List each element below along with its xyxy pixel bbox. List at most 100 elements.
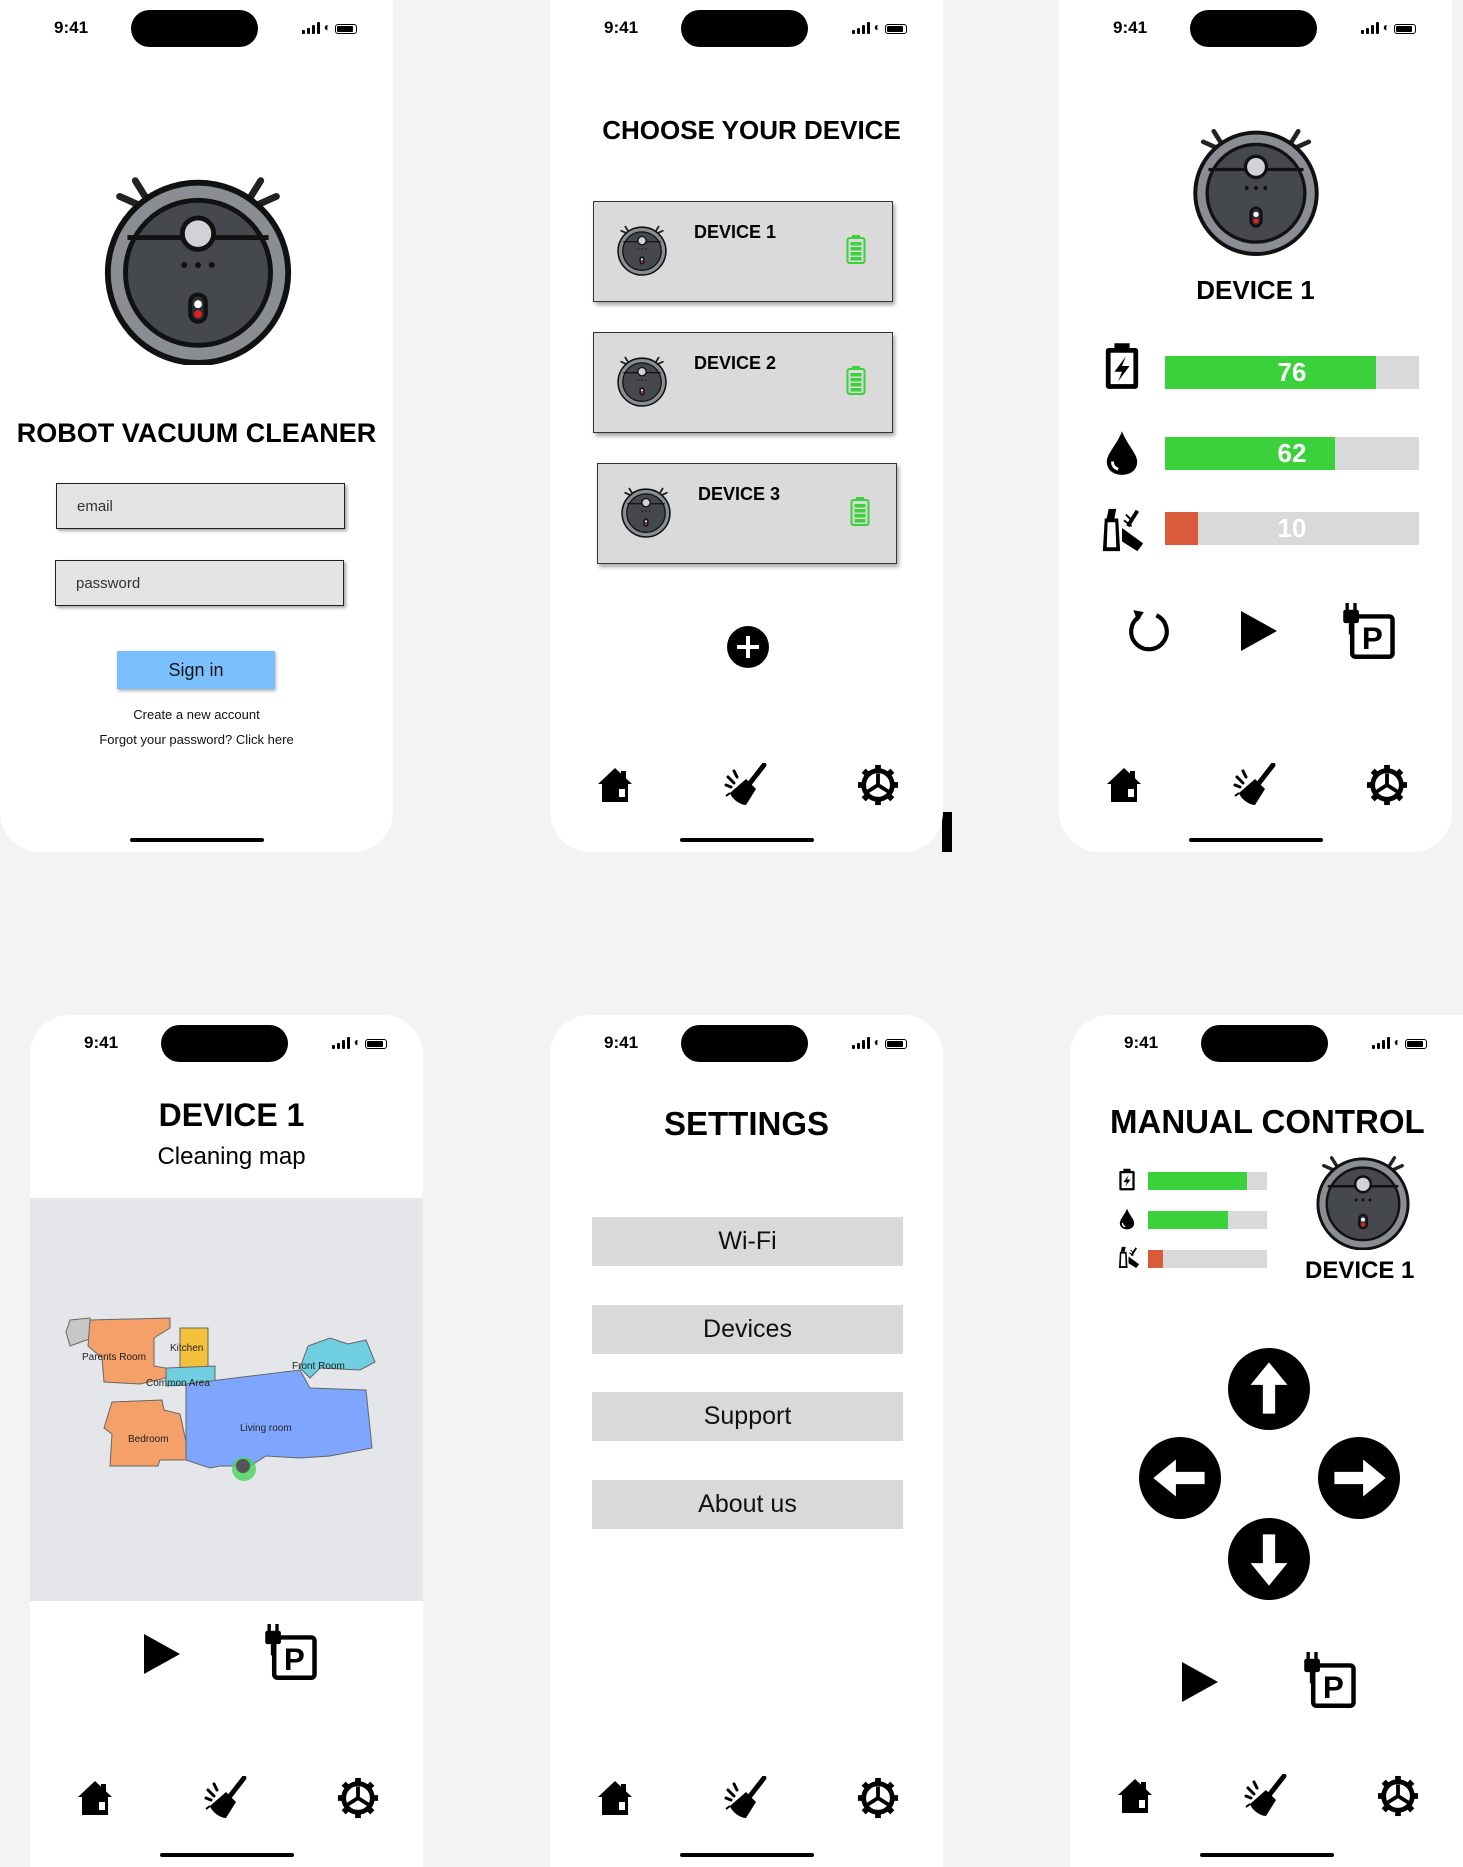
device-status-screen: 9:41 ◐ DEVICE 1 76 62 10 <box>1059 0 1452 852</box>
restart-icon[interactable] <box>1125 608 1171 654</box>
menu-devices[interactable]: Devices <box>592 1305 903 1354</box>
play-icon[interactable] <box>1239 609 1279 653</box>
status-bar: 9:41 ◐ <box>1059 0 1452 56</box>
status-time: 9:41 <box>54 18 89 37</box>
tab-bar <box>550 1773 943 1823</box>
home-icon[interactable] <box>75 1778 115 1818</box>
broom-icon[interactable] <box>724 1776 768 1820</box>
level-fill <box>1148 1211 1228 1229</box>
play-icon[interactable] <box>142 1632 182 1676</box>
menu-support[interactable]: Support <box>592 1392 903 1441</box>
battery-bar: 76 <box>1165 356 1419 389</box>
status-time: 9:41 <box>1113 18 1148 37</box>
status-icons: ◐ <box>851 1035 907 1049</box>
status-time: 9:41 <box>84 1033 119 1052</box>
dynamic-island <box>681 1025 808 1062</box>
battery-status-icon <box>335 24 357 34</box>
wifi-icon: ◐ <box>1382 20 1390 34</box>
signal-icon <box>331 1037 350 1049</box>
arrow-up-icon[interactable] <box>1228 1348 1310 1430</box>
device-card-2[interactable]: DEVICE 2 <box>593 332 893 433</box>
signal-icon <box>1360 22 1379 34</box>
water-bar <box>1148 1211 1267 1229</box>
signal-icon <box>851 22 870 34</box>
water-drop-icon <box>1103 428 1141 478</box>
gear-icon[interactable] <box>857 1777 899 1819</box>
gear-icon[interactable] <box>337 1777 379 1819</box>
home-indicator <box>1188 838 1323 842</box>
home-icon[interactable] <box>1115 1776 1155 1816</box>
create-account-link[interactable]: Create a new account <box>0 707 393 722</box>
robot-vacuum-icon <box>616 222 668 276</box>
level-fill <box>1148 1172 1247 1190</box>
water-bar: 62 <box>1165 437 1419 470</box>
robot-vacuum-icon <box>616 353 668 407</box>
device-name: DEVICE 2 <box>694 353 777 373</box>
battery-status-icon <box>1405 1039 1427 1049</box>
forgot-password-link[interactable]: Forgot your password? Click here <box>0 732 393 747</box>
wifi-icon: ◐ <box>323 20 331 34</box>
water-drop-icon <box>1118 1207 1136 1231</box>
robot-vacuum-icon <box>1190 120 1322 256</box>
gear-icon[interactable] <box>1377 1775 1419 1817</box>
wifi-icon: ◐ <box>873 20 881 34</box>
level-fill <box>1148 1250 1164 1268</box>
battery-status-icon <box>1394 24 1416 34</box>
device-name: DEVICE 1 <box>158 1097 305 1133</box>
status-icons: ◐ <box>1360 20 1416 34</box>
email-field[interactable]: email <box>56 483 345 529</box>
room-parents: Parents Room <box>82 1352 146 1363</box>
tab-bar <box>1059 760 1452 810</box>
dynamic-island <box>131 10 258 47</box>
status-icons: ◐ <box>1371 1035 1427 1049</box>
wifi-icon: ◐ <box>353 1035 361 1049</box>
dynamic-island <box>1190 10 1317 47</box>
parking-dock-icon[interactable] <box>1302 1652 1358 1708</box>
status-time: 9:41 <box>604 1033 639 1052</box>
battery-icon <box>850 496 870 528</box>
cleaning-spray-icon <box>1099 505 1147 553</box>
battery-status-icon <box>885 1039 907 1049</box>
cleaning-spray-icon <box>1117 1245 1141 1269</box>
device-card-3[interactable]: DEVICE 3 <box>597 463 897 564</box>
cleaning-map[interactable]: Parents Room Kitchen Common Area Front R… <box>30 1198 423 1601</box>
broom-icon[interactable] <box>1233 763 1277 807</box>
device-name: DEVICE 1 <box>1196 275 1315 305</box>
home-icon[interactable] <box>595 765 635 805</box>
page-title: CHOOSE YOUR DEVICE <box>602 115 901 145</box>
arrow-left-icon[interactable] <box>1139 1437 1221 1519</box>
gear-icon[interactable] <box>857 764 899 806</box>
battery-status-icon <box>885 24 907 34</box>
status-icons: ◐ <box>851 20 907 34</box>
device-card-1[interactable]: DEVICE 1 <box>593 201 893 302</box>
floor-plan: Parents Room Kitchen Common Area Front R… <box>65 1317 376 1481</box>
parking-dock-icon[interactable] <box>1341 603 1397 659</box>
broom-icon[interactable] <box>724 763 768 807</box>
parking-dock-icon[interactable] <box>263 1624 319 1680</box>
password-field[interactable]: password <box>55 560 344 606</box>
home-icon[interactable] <box>595 1778 635 1818</box>
broom-icon[interactable] <box>204 1776 248 1820</box>
broom-icon[interactable] <box>1244 1774 1288 1818</box>
arrow-right-icon[interactable] <box>1318 1437 1400 1519</box>
menu-about[interactable]: About us <box>592 1480 903 1529</box>
wifi-icon: ◐ <box>1393 1035 1401 1049</box>
frame-corner <box>942 812 952 852</box>
status-time: 9:41 <box>604 18 639 37</box>
home-icon[interactable] <box>1104 765 1144 805</box>
login-screen: 9:41 ◐ ROBOT VACUUM CLEANER email passwo… <box>0 0 393 852</box>
room-living: Living room <box>240 1423 292 1434</box>
tab-bar <box>30 1773 423 1823</box>
dynamic-island <box>681 10 808 47</box>
status-bar: 9:41 ◐ <box>550 1015 943 1071</box>
play-icon[interactable] <box>1180 1660 1220 1704</box>
page-title: MANUAL CONTROL <box>1110 1103 1425 1140</box>
arrow-down-icon[interactable] <box>1228 1518 1310 1600</box>
gear-icon[interactable] <box>1366 764 1408 806</box>
menu-wifi[interactable]: Wi-Fi <box>592 1217 903 1266</box>
signin-button[interactable]: Sign in <box>117 651 275 689</box>
settings-screen: 9:41 ◐ SETTINGS Wi-Fi Devices Support Ab… <box>550 1015 943 1867</box>
battery-bar <box>1148 1172 1267 1190</box>
plus-icon[interactable] <box>727 626 769 668</box>
home-indicator <box>679 1853 814 1857</box>
